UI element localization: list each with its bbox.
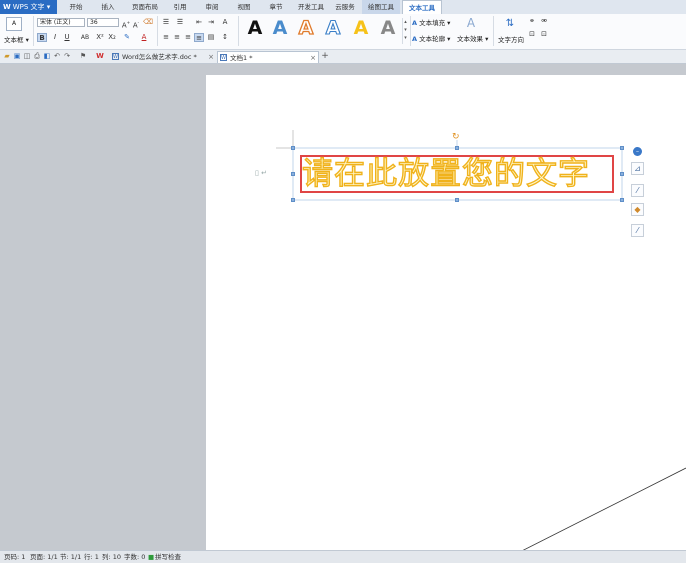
resize-handle-top-left[interactable] [291, 146, 295, 150]
status-spell-check[interactable]: 拼写检查 [155, 551, 181, 563]
collapse-toolbar-icon[interactable]: – [633, 147, 642, 156]
resize-handle-right[interactable] [620, 172, 624, 176]
layout-options-icon[interactable]: ⊿ [631, 162, 644, 175]
rotate-handle-icon[interactable]: ↻ [452, 133, 460, 142]
status-pages: 页面: 1/1 [30, 553, 58, 561]
status-section: 节: 1/1 [60, 553, 82, 561]
status-row: 行: 1 [84, 553, 99, 561]
resize-handle-left[interactable] [291, 172, 295, 176]
fill-color-icon[interactable]: ◆ [631, 203, 644, 216]
outline-color-icon[interactable]: ⁄ [631, 224, 644, 237]
status-bar: 页码: 1 页面: 1/1 节: 1/1 行: 1 列: 10 字数: 0 ■ … [0, 550, 686, 563]
resize-handle-bottom-right[interactable] [620, 198, 624, 202]
page-decorations [276, 130, 686, 562]
status-page-number: 页码: 1 [4, 553, 26, 561]
edit-shape-icon[interactable]: ⁄ [631, 184, 644, 197]
status-column: 列: 10 [102, 553, 122, 561]
status-word-count: 字数: 0 [124, 553, 146, 561]
spell-check-icon: ■ [148, 553, 155, 561]
resize-handle-bottom-left[interactable] [291, 198, 295, 202]
paragraph-anchor-icon: ▯ ↵ [255, 169, 267, 177]
resize-handle-top[interactable] [455, 146, 459, 150]
wordart-text[interactable]: 请在此放置您的文字 [302, 154, 614, 194]
resize-handle-top-right[interactable] [620, 146, 624, 150]
resize-handle-bottom[interactable] [455, 198, 459, 202]
